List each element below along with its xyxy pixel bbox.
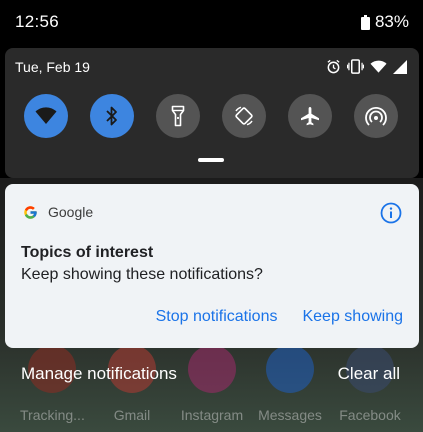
manage-notifications-button[interactable]: Manage notifications bbox=[21, 364, 177, 384]
info-icon[interactable] bbox=[379, 201, 403, 225]
cell-signal-icon bbox=[393, 59, 407, 74]
app-label: Messages bbox=[258, 407, 322, 423]
panel-drag-handle[interactable] bbox=[198, 158, 224, 162]
notification-body: Keep showing these notifications? bbox=[21, 266, 263, 283]
wifi-signal-icon bbox=[370, 60, 387, 73]
notification-header: Google bbox=[23, 204, 93, 220]
hotspot-icon bbox=[365, 106, 387, 126]
notification-card[interactable]: Google Topics of interest Keep showing t… bbox=[5, 184, 419, 348]
alarm-icon bbox=[327, 59, 340, 74]
flashlight-icon bbox=[171, 105, 185, 127]
app-label: Gmail bbox=[113, 407, 151, 423]
tile-bluetooth[interactable] bbox=[90, 94, 134, 138]
tile-hotspot[interactable] bbox=[354, 94, 398, 138]
battery-status: 83% bbox=[360, 12, 409, 32]
notification-app-name: Google bbox=[48, 204, 94, 220]
stop-notifications-button[interactable]: Stop notifications bbox=[156, 308, 278, 326]
tile-auto-rotate[interactable] bbox=[222, 94, 266, 138]
qs-date[interactable]: Tue, Feb 19 bbox=[15, 59, 90, 75]
status-bar: 12:56 83% bbox=[0, 0, 423, 46]
notification-actions: Stop notifications Keep showing bbox=[156, 308, 403, 326]
notification-footer: Manage notifications Clear all bbox=[0, 362, 423, 390]
notification-title: Topics of interest bbox=[21, 244, 154, 261]
app-label: Instagram bbox=[180, 407, 244, 423]
qs-status-icons bbox=[326, 59, 407, 74]
tile-flashlight[interactable] bbox=[156, 94, 200, 138]
app-label: Facebook bbox=[339, 407, 401, 423]
battery-percent: 83% bbox=[374, 12, 409, 31]
vibrate-icon bbox=[347, 59, 364, 74]
keep-showing-button[interactable]: Keep showing bbox=[302, 308, 403, 326]
quick-settings-panel[interactable]: Tue, Feb 19 bbox=[5, 48, 419, 178]
auto-rotate-icon bbox=[235, 106, 253, 126]
battery-icon bbox=[360, 14, 370, 30]
clock: 12:56 bbox=[15, 12, 60, 31]
tile-wifi[interactable] bbox=[24, 94, 68, 138]
bluetooth-icon bbox=[106, 106, 117, 126]
app-label: Tracking... bbox=[20, 407, 85, 423]
wifi-icon bbox=[35, 107, 57, 124]
tile-airplane-mode[interactable] bbox=[288, 94, 332, 138]
clear-all-button[interactable]: Clear all bbox=[338, 364, 400, 384]
google-g-icon bbox=[24, 205, 37, 219]
airplane-icon bbox=[301, 107, 319, 126]
